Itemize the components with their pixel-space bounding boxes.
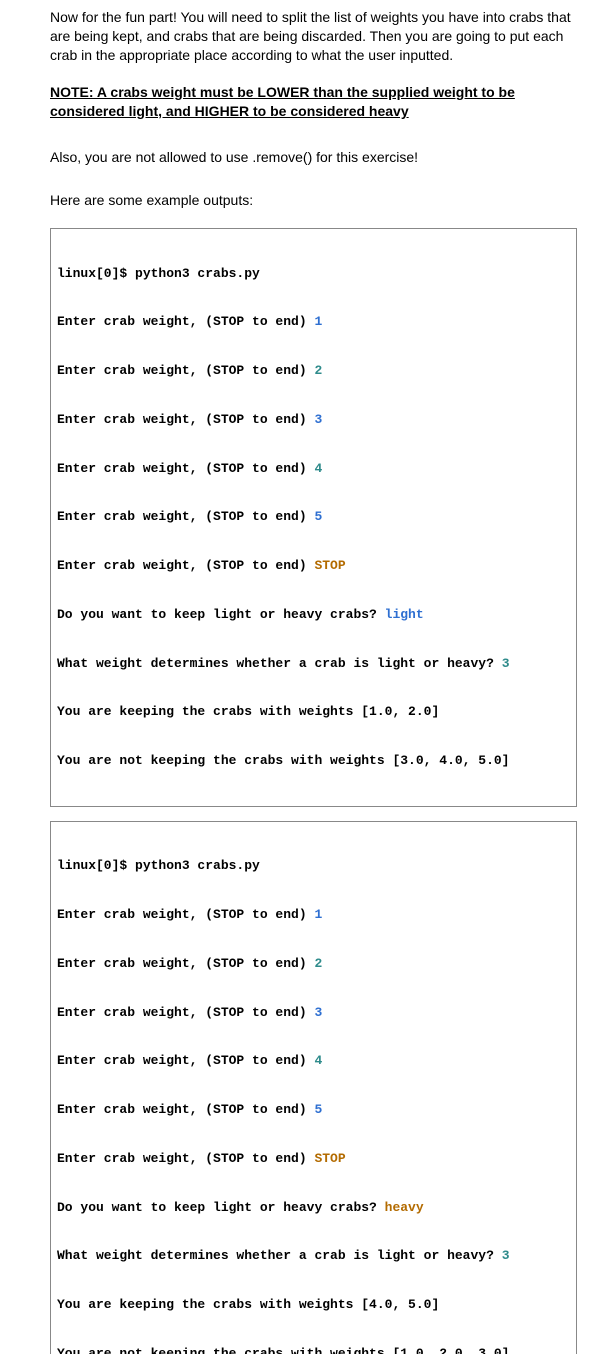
user-input: 4 <box>314 1053 322 1068</box>
prompt-line: Enter crab weight, (STOP to end) 3 <box>57 412 570 428</box>
intro-paragraph: Now for the fun part! You will need to s… <box>50 8 577 65</box>
output-keep: You are keeping the crabs with weights [… <box>57 1297 570 1313</box>
user-input: 3 <box>314 412 322 427</box>
example-output-2: linux[0]$ python3 crabs.py Enter crab we… <box>50 821 577 1354</box>
prompt-line: Enter crab weight, (STOP to end) 5 <box>57 1102 570 1118</box>
prompt-line: Enter crab weight, (STOP to end) 5 <box>57 509 570 525</box>
question-line: Do you want to keep light or heavy crabs… <box>57 1200 570 1216</box>
user-input: 3 <box>502 1248 510 1263</box>
user-input: 5 <box>314 1102 322 1117</box>
user-input: 2 <box>314 363 322 378</box>
prompt-line: Enter crab weight, (STOP to end) 1 <box>57 314 570 330</box>
user-input: 1 <box>314 314 322 329</box>
output-discard: You are not keeping the crabs with weigh… <box>57 1346 570 1354</box>
shell-command: linux[0]$ python3 crabs.py <box>57 858 570 874</box>
document-page: Now for the fun part! You will need to s… <box>0 0 607 1354</box>
prompt-line: Enter crab weight, (STOP to end) STOP <box>57 558 570 574</box>
output-keep: You are keeping the crabs with weights [… <box>57 704 570 720</box>
prompt-line: Enter crab weight, (STOP to end) 4 <box>57 461 570 477</box>
question-line: Do you want to keep light or heavy crabs… <box>57 607 570 623</box>
user-input: 5 <box>314 509 322 524</box>
prompt-line: Enter crab weight, (STOP to end) STOP <box>57 1151 570 1167</box>
example-output-1: linux[0]$ python3 crabs.py Enter crab we… <box>50 228 577 807</box>
examples-header: Here are some example outputs: <box>50 191 577 210</box>
prompt-line: Enter crab weight, (STOP to end) 4 <box>57 1053 570 1069</box>
prompt-line: Enter crab weight, (STOP to end) 1 <box>57 907 570 923</box>
user-input: heavy <box>385 1200 424 1215</box>
prompt-line: Enter crab weight, (STOP to end) 3 <box>57 1005 570 1021</box>
prompt-line: Enter crab weight, (STOP to end) 2 <box>57 363 570 379</box>
shell-command: linux[0]$ python3 crabs.py <box>57 266 570 282</box>
question-line: What weight determines whether a crab is… <box>57 656 570 672</box>
user-input: 4 <box>314 461 322 476</box>
prompt-line: Enter crab weight, (STOP to end) 2 <box>57 956 570 972</box>
restriction-paragraph: Also, you are not allowed to use .remove… <box>50 148 577 167</box>
user-input: STOP <box>314 1151 345 1166</box>
user-input: 3 <box>314 1005 322 1020</box>
user-input: 3 <box>502 656 510 671</box>
question-line: What weight determines whether a crab is… <box>57 1248 570 1264</box>
note-heading: NOTE: A crabs weight must be LOWER than … <box>50 83 577 121</box>
user-input: 1 <box>314 907 322 922</box>
output-discard: You are not keeping the crabs with weigh… <box>57 753 570 769</box>
user-input: STOP <box>314 558 345 573</box>
user-input: light <box>385 607 424 622</box>
user-input: 2 <box>314 956 322 971</box>
